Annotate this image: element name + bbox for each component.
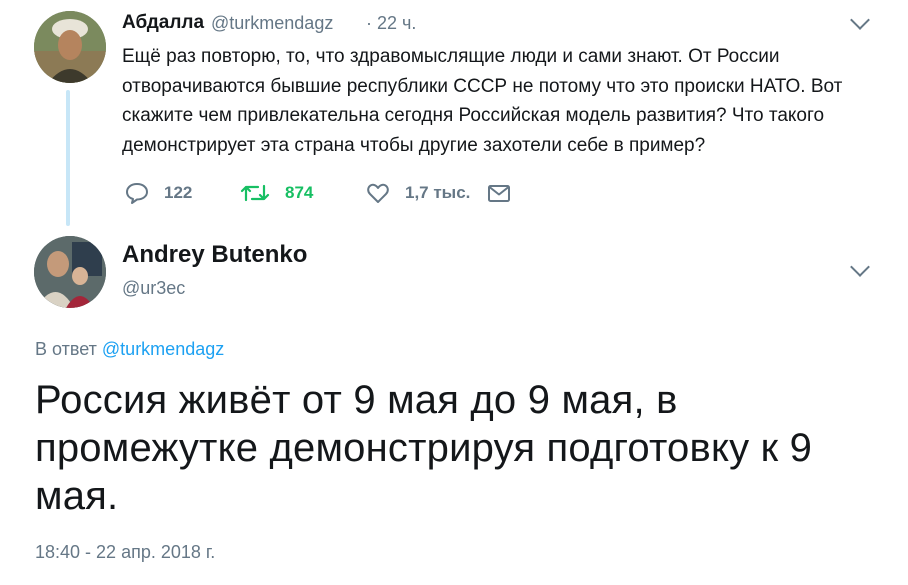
tweet-timestamp[interactable]: 18:40 - 22 апр. 2018 г.	[35, 542, 215, 563]
envelope-icon	[488, 185, 510, 202]
tweet-text: Россия живёт от 9 мая до 9 мая, в промеж…	[35, 378, 813, 518]
parent-author-avatar[interactable]	[34, 11, 106, 83]
heart-icon	[367, 183, 389, 203]
author-name[interactable]: Andrey Butenko	[122, 241, 307, 269]
retweet-icon	[240, 184, 270, 202]
parent-tweet-text: Ещё раз повторю, то, что здравомыслящие …	[122, 46, 843, 156]
reply-icon	[126, 183, 148, 204]
parent-author-handle[interactable]: @turkmendagz	[211, 13, 333, 34]
reply-context: В ответ @turkmendagz	[35, 339, 224, 360]
author-handle[interactable]: @ur3ec	[122, 278, 185, 299]
meta-separator: ·	[366, 13, 372, 33]
retweet-button[interactable]: 874	[240, 178, 313, 208]
parent-tweet-time[interactable]: 22 ч.	[377, 13, 416, 34]
thread-connector-line	[66, 90, 70, 226]
reply-button[interactable]: 122	[125, 178, 192, 208]
reply-count: 122	[164, 183, 193, 202]
direct-message-button[interactable]	[487, 178, 511, 208]
chevron-down-icon[interactable]	[850, 257, 870, 277]
author-avatar[interactable]	[34, 236, 106, 308]
reply-mention-link[interactable]: @turkmendagz	[102, 339, 224, 359]
reply-prefix: В ответ	[35, 339, 97, 359]
chevron-down-icon[interactable]	[850, 10, 870, 30]
retweet-count: 874	[285, 183, 314, 202]
parent-author-name[interactable]: Абдалла	[122, 12, 204, 34]
like-count: 1,7 тыс.	[405, 183, 471, 202]
like-button[interactable]: 1,7 тыс.	[366, 178, 470, 208]
